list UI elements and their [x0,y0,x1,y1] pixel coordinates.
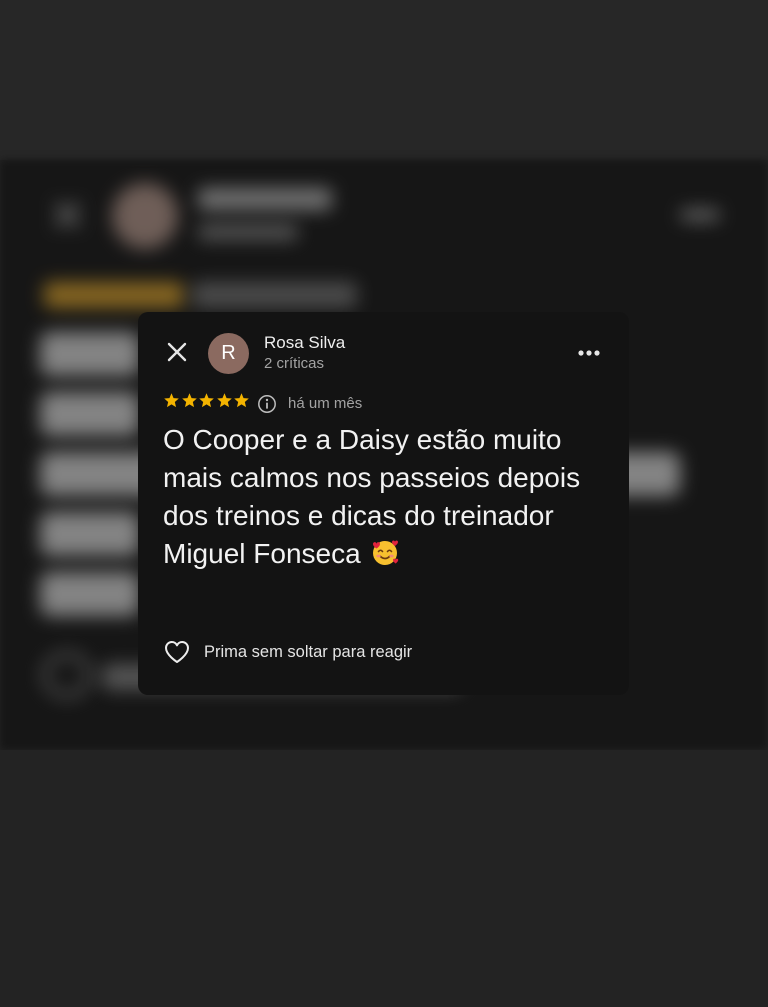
close-icon [167,342,187,362]
blurred-text-line [40,392,140,436]
blurred-more-icon [680,210,720,220]
review-time: há um mês [288,395,363,412]
author-name[interactable]: Rosa Silva [264,333,345,353]
blurred-text-line [40,332,140,376]
more-options-button[interactable] [575,340,605,366]
avatar[interactable]: R [208,333,249,374]
blurred-avatar [112,183,178,249]
blurred-stars [44,282,184,308]
star-icon [199,393,214,408]
info-icon[interactable] [257,394,277,414]
react-label: Prima sem soltar para reagir [204,642,413,661]
author-review-count: 2 críticas [264,355,325,372]
blurred-time [192,282,357,308]
star-icon [216,393,232,408]
review-card[interactable]: R Rosa Silva 2 críticas há um mês O Coop… [138,312,629,695]
blurred-text-line [40,572,140,616]
background-bottom [0,750,768,1007]
star-icon [234,393,249,408]
blurred-close-icon [50,198,84,232]
star-icon [181,393,197,408]
blurred-text-line [40,512,140,556]
review-text: O Cooper e a Daisy estão muito mais calm… [163,421,613,573]
star-rating [163,392,251,414]
blurred-heart-icon [42,652,92,698]
background-top [0,0,768,160]
star-icon [164,393,179,408]
react-button[interactable]: Prima sem soltar para reagir [163,637,412,667]
more-horizontal-icon [578,350,600,356]
heart-outline-icon [165,641,189,663]
blurred-author-sub [198,224,298,240]
close-button[interactable] [160,338,196,368]
blurred-author-name [198,188,332,210]
smiling-face-with-hearts-icon [373,540,399,565]
